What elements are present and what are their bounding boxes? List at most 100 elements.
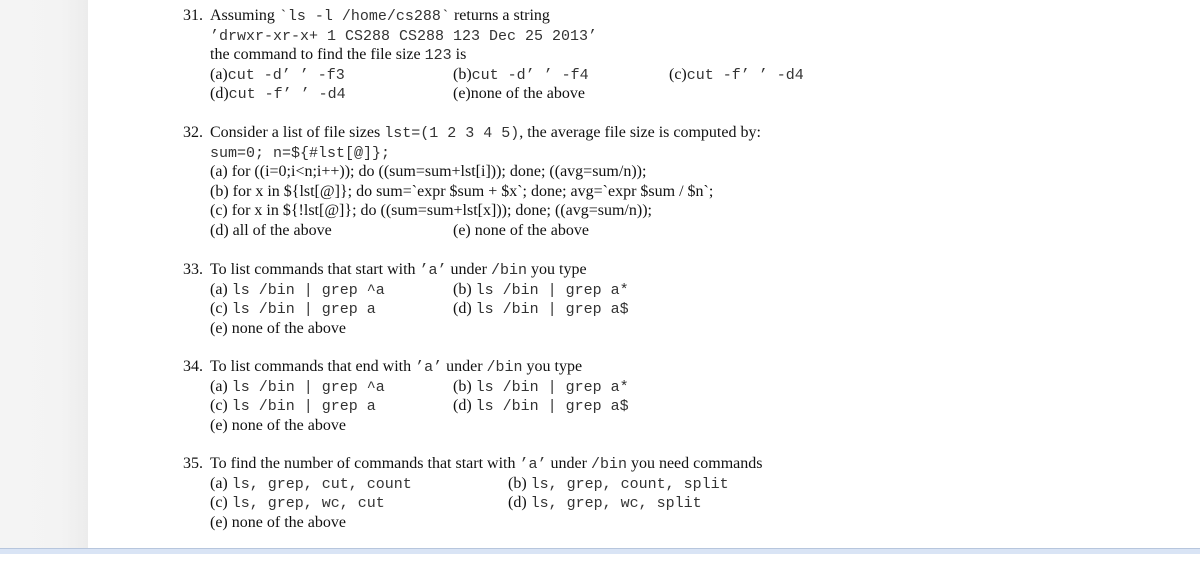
prompt-code: /bin: [486, 359, 523, 376]
option-d[interactable]: (d) ls /bin | grep a$: [453, 299, 629, 320]
question-33: 33. To list commands that start with ’a’ …: [183, 260, 629, 339]
option-label: (e): [453, 85, 471, 102]
option-b[interactable]: (b) ls /bin | grep a*: [453, 377, 629, 398]
option-label: (a): [210, 280, 228, 298]
option-b[interactable]: (b) ls /bin | grep a*: [453, 280, 629, 301]
option-d[interactable]: (d) ls, grep, wc, split: [508, 493, 702, 514]
init-code: sum=0; n=${#lst[@]};: [210, 144, 391, 162]
prompt-code: 123: [424, 47, 452, 64]
option-b[interactable]: (b) ls, grep, count, split: [508, 474, 729, 495]
option-text: ls /bin | grep a: [231, 301, 376, 318]
prompt-text: To find the number of commands that star…: [210, 455, 520, 472]
option-a[interactable]: (a)cut -d’ ’ -f3: [210, 65, 345, 86]
option-b[interactable]: (b) for x in ${lst[@]}; do sum=`expr $su…: [183, 182, 761, 202]
option-a[interactable]: (a) ls /bin | grep ^a: [210, 280, 385, 301]
option-label: (d): [210, 85, 229, 102]
option-b[interactable]: (b)cut -d’ ’ -f4: [453, 65, 589, 86]
prompt-text: you need commands: [626, 455, 763, 472]
prompt-code: `ls -l /home/cs288`: [278, 8, 450, 25]
prompt-code: ’a’: [519, 456, 547, 473]
question-number: 33.: [183, 261, 203, 278]
prompt-text: , the average file size is computed by:: [519, 124, 761, 141]
option-label: (e): [453, 221, 471, 239]
option-label: (c): [210, 202, 228, 219]
option-text: none of the above: [231, 319, 346, 337]
prompt-text: is: [451, 46, 467, 63]
prompt-text: you type: [522, 358, 583, 375]
option-a[interactable]: (a) ls /bin | grep ^a: [210, 377, 385, 398]
option-text: cut -f’ ’ -d4: [228, 86, 346, 103]
option-text: cut -d’ ’ -f3: [227, 66, 345, 84]
option-text: ls /bin | grep a: [231, 398, 376, 415]
option-text: none of the above: [470, 85, 585, 102]
option-label: (b): [453, 280, 472, 298]
option-label: (c): [669, 65, 687, 83]
option-text: ls /bin | grep a$: [475, 301, 629, 318]
option-text: ls, grep, wc, cut: [231, 495, 385, 512]
option-label: (b): [210, 182, 229, 200]
option-c[interactable]: (c)cut -f’ ’ -d4: [669, 65, 804, 86]
question-number: 34.: [183, 358, 203, 375]
option-text: ls /bin | grep a$: [475, 398, 629, 415]
question-32: 32. Consider a list of file sizes lst=(1 …: [183, 123, 761, 240]
option-text: ls /bin | grep ^a: [231, 378, 385, 396]
option-text: none of the above: [231, 416, 346, 434]
option-a[interactable]: (a) for ((i=0;i<n;i++)); do ((sum=sum+ls…: [183, 162, 761, 182]
option-e[interactable]: (e) none of the above: [183, 513, 762, 533]
prompt-code: lst=(1 2 3 4 5): [384, 125, 520, 142]
question-35: 35. To find the number of commands that s…: [183, 454, 762, 532]
ls-output-string: ’drwxr-xr-x+ 1 CS288 CS288 123 Dec 25 20…: [210, 27, 598, 45]
option-label: (d): [453, 397, 472, 414]
option-text: for ((i=0;i<n;i++)); do ((sum=sum+lst[i]…: [231, 163, 647, 180]
option-a[interactable]: (a) ls, grep, cut, count: [210, 474, 412, 495]
option-e[interactable]: (e)none of the above: [453, 84, 585, 104]
option-c[interactable]: (c) ls, grep, wc, cut: [210, 493, 385, 514]
option-c[interactable]: (c) ls /bin | grep a: [210, 299, 376, 320]
prompt-code: ’a’: [419, 262, 447, 279]
option-label: (a): [210, 474, 228, 492]
option-d[interactable]: (d) ls /bin | grep a$: [453, 396, 629, 417]
option-d[interactable]: (d)cut -f’ ’ -d4: [210, 84, 346, 105]
option-text: for x in ${!lst[@]}; do ((sum=sum+lst[x]…: [231, 202, 652, 219]
option-text: ls, grep, count, split: [530, 475, 729, 493]
option-text: ls /bin | grep ^a: [231, 281, 385, 299]
option-label: (a): [210, 377, 228, 395]
option-text: ls /bin | grep a*: [475, 281, 629, 299]
option-e[interactable]: (e) none of the above: [453, 221, 589, 241]
option-text: for x in ${lst[@]}; do sum=`expr $sum + …: [232, 182, 714, 200]
option-label: (b): [508, 474, 527, 492]
bottom-status-bar: [0, 548, 1200, 554]
option-text: ls, grep, cut, count: [231, 475, 412, 493]
question-number: 32.: [183, 124, 203, 141]
option-text: cut -f’ ’ -d4: [686, 66, 804, 84]
option-label: (b): [453, 377, 472, 395]
option-text: all of the above: [232, 221, 332, 239]
prompt-text: the command to find the file size: [210, 46, 425, 63]
option-c[interactable]: (c) for x in ${!lst[@]}; do ((sum=sum+ls…: [183, 201, 761, 221]
left-gutter: [0, 0, 88, 548]
option-text: none of the above: [474, 221, 589, 239]
prompt-text: under: [442, 358, 487, 375]
option-label: (a): [210, 163, 228, 180]
option-label: (a): [210, 65, 228, 83]
option-label: (d): [453, 300, 472, 317]
option-label: (c): [210, 300, 228, 317]
option-d[interactable]: (d) all of the above: [210, 221, 332, 241]
prompt-text: Assuming: [210, 7, 279, 24]
prompt-text: Consider a list of file sizes: [210, 124, 385, 141]
option-label: (b): [453, 65, 472, 83]
option-e[interactable]: (e) none of the above: [183, 416, 582, 436]
option-e[interactable]: (e) none of the above: [183, 319, 587, 339]
prompt-code: /bin: [490, 262, 527, 279]
option-label: (d): [210, 221, 229, 239]
prompt-text: you type: [527, 261, 587, 278]
prompt-code: ’a’: [415, 359, 443, 376]
prompt-code: /bin: [590, 456, 627, 473]
option-c[interactable]: (c) ls /bin | grep a: [210, 396, 376, 417]
option-label: (c): [210, 397, 228, 414]
question-34: 34. To list commands that end with ’a’ un…: [183, 357, 629, 436]
option-text: cut -d’ ’ -f4: [471, 66, 589, 84]
option-text: ls, grep, wc, split: [530, 495, 702, 512]
option-label: (c): [210, 494, 228, 511]
prompt-text: under: [546, 455, 591, 472]
